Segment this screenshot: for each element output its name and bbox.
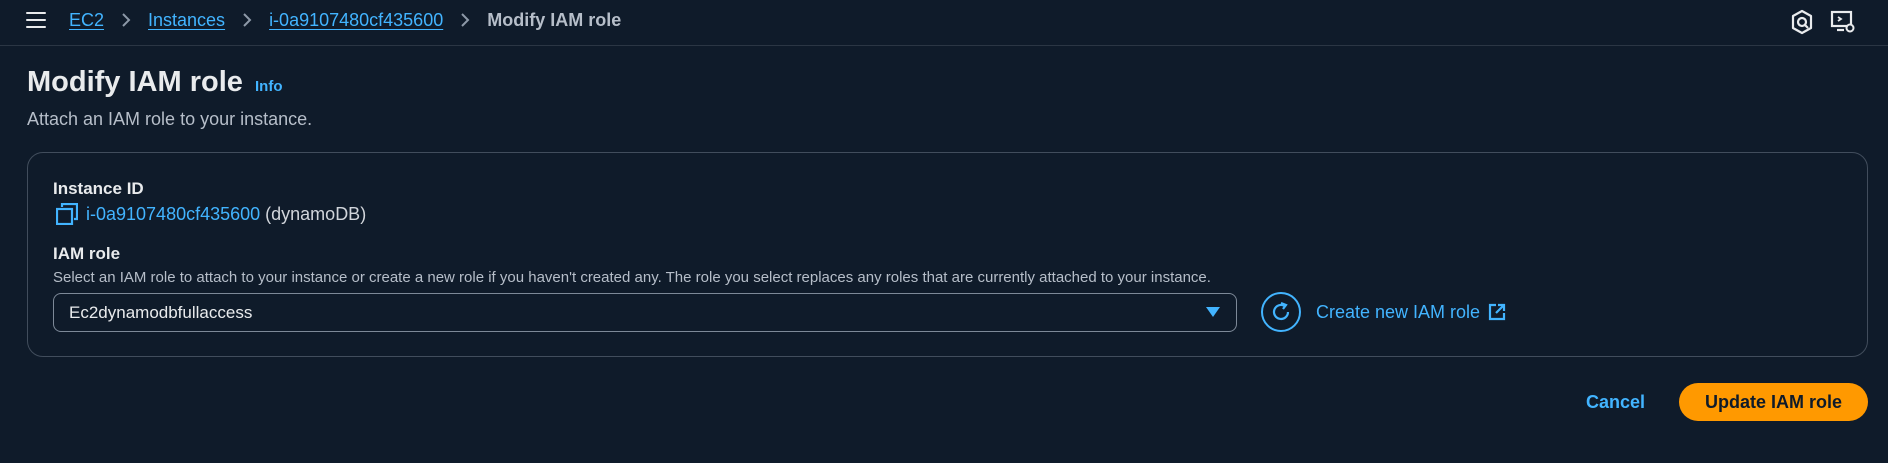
screen-settings-icon[interactable]	[1830, 9, 1856, 35]
dropdown-caret-icon	[1206, 307, 1220, 317]
menu-icon[interactable]	[26, 12, 46, 28]
chevron-right-icon	[112, 12, 140, 28]
info-link[interactable]: Info	[255, 78, 283, 95]
external-link-icon	[1488, 303, 1506, 321]
refresh-roles-button[interactable]	[1261, 292, 1301, 332]
instance-name: (dynamoDB)	[265, 204, 367, 224]
iam-role-selected-value: Ec2dynamodbfullaccess	[69, 303, 253, 322]
update-iam-role-button[interactable]: Update IAM role	[1679, 383, 1868, 421]
breadcrumb: EC2 Instances i-0a9107480cf435600 Modify…	[69, 8, 621, 32]
page-title: Modify IAM role	[27, 66, 243, 98]
breadcrumb-current: Modify IAM role	[487, 10, 622, 30]
instance-id-label: Instance ID	[53, 179, 144, 198]
refresh-icon	[1272, 301, 1290, 321]
create-new-iam-role-label: Create new IAM role	[1316, 302, 1481, 322]
breadcrumb-instances-link[interactable]: Instances	[148, 8, 225, 32]
iam-role-label: IAM role	[53, 244, 121, 263]
page-subtitle: Attach an IAM role to your instance.	[27, 109, 313, 129]
create-new-iam-role-link[interactable]: Create new IAM role	[1316, 300, 1506, 324]
copy-icon[interactable]	[55, 202, 79, 226]
iam-role-select[interactable]: Ec2dynamodbfullaccess	[53, 293, 1237, 332]
instance-id-row: i-0a9107480cf435600 (dynamoDB)	[55, 202, 367, 226]
chevron-right-icon	[451, 12, 479, 28]
support-icon[interactable]	[1789, 9, 1815, 35]
iam-role-description: Select an IAM role to attach to your ins…	[53, 269, 1211, 286]
top-navigation-bar: EC2 Instances i-0a9107480cf435600 Modify…	[0, 0, 1888, 46]
breadcrumb-instance-link[interactable]: i-0a9107480cf435600	[269, 8, 443, 32]
instance-id-link[interactable]: i-0a9107480cf435600	[86, 202, 260, 226]
top-right-controls	[1788, 9, 1888, 37]
chevron-right-icon	[233, 12, 261, 28]
cancel-button[interactable]: Cancel	[1586, 390, 1645, 414]
breadcrumb-ec2-link[interactable]: EC2	[69, 8, 104, 32]
